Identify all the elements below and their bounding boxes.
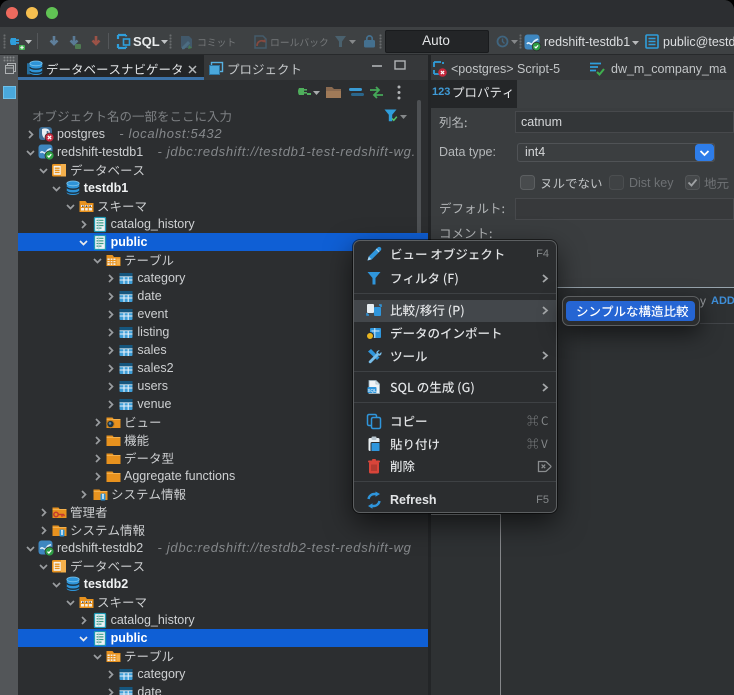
svg-text:SQL: SQL <box>367 388 377 393</box>
